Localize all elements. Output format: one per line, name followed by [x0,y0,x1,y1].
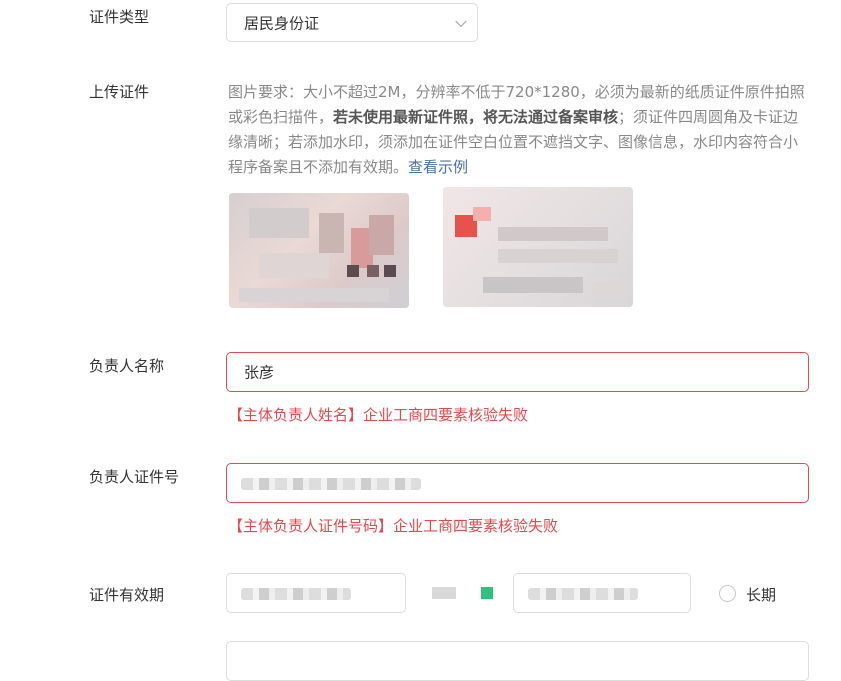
validity-start-input[interactable] [226,573,406,613]
id-type-value: 居民身份证 [244,14,320,32]
validity-start-obscured [241,588,351,600]
owner-id-obscured-value [241,478,421,490]
id-type-label: 证件类型 [89,8,150,26]
id-card-front-image[interactable] [229,193,409,308]
requirements-warning: 若未使用最新证件照，将无法通过备案审核 [333,108,619,126]
upload-requirements: 图片要求：大小不超过2M，分辨率不低于720*1280，必须为最新的纸质证件原件… [228,80,808,180]
owner-name-value: 张彦 [244,363,275,382]
owner-id-error: 【主体负责人证件号码】企业工商四要素核验失败 [228,517,559,535]
owner-id-label: 负责人证件号 [89,468,180,486]
validity-end-obscured [528,588,638,600]
validity-label: 证件有效期 [89,586,165,604]
owner-name-input[interactable]: 张彦 [226,352,809,392]
next-field-input[interactable] [226,641,809,681]
owner-id-input[interactable] [226,463,809,503]
owner-name-label: 负责人名称 [89,357,165,375]
validity-indicator [481,587,493,599]
long-term-label[interactable]: 长期 [746,584,776,605]
view-example-link[interactable]: 查看示例 [408,158,468,176]
owner-name-error: 【主体负责人姓名】企业工商四要素核验失败 [228,406,529,424]
chevron-down-icon [455,15,467,27]
long-term-radio[interactable] [719,585,736,602]
id-type-select[interactable]: 居民身份证 [226,3,478,42]
upload-label: 上传证件 [89,83,150,101]
id-card-back-image[interactable] [443,187,633,307]
validity-end-input[interactable] [513,573,691,613]
date-separator [432,587,456,599]
